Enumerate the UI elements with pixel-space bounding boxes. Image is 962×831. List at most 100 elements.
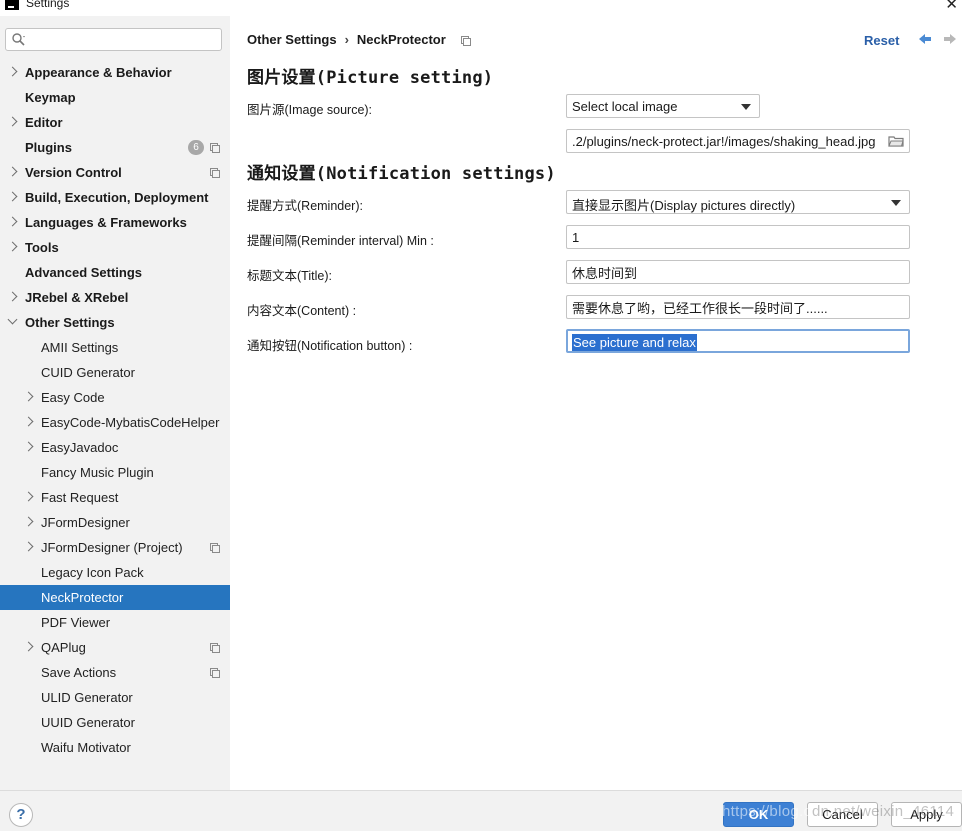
- forward-arrow-icon[interactable]: [942, 31, 958, 47]
- project-scope-icon: [461, 35, 472, 46]
- sidebar-item-label: Appearance & Behavior: [25, 65, 172, 80]
- chevron-down-icon[interactable]: [7, 314, 18, 325]
- sidebar-item-label: UUID Generator: [41, 715, 135, 730]
- sidebar-item-waifu-motivator[interactable]: Waifu Motivator: [0, 735, 230, 760]
- sidebar-item-neckprotector[interactable]: NeckProtector: [0, 585, 230, 610]
- sidebar-item-appearance-behavior[interactable]: Appearance & Behavior: [0, 60, 230, 85]
- sidebar-item-jformdesigner[interactable]: JFormDesigner: [0, 510, 230, 535]
- sidebar-item-editor[interactable]: Editor: [0, 110, 230, 135]
- sidebar-item-easy-code[interactable]: Easy Code: [0, 385, 230, 410]
- sidebar-item-label: CUID Generator: [41, 365, 135, 380]
- breadcrumb-current: NeckProtector: [356, 32, 446, 47]
- sidebar-item-label: ULID Generator: [41, 690, 133, 705]
- plugin-updates-badge: 6: [188, 140, 204, 155]
- sidebar-item-label: Keymap: [25, 90, 76, 105]
- chevron-right-icon[interactable]: [23, 391, 34, 402]
- sidebar-item-jrebel-xrebel[interactable]: JRebel & XRebel: [0, 285, 230, 310]
- dialog-button-bar: ? OK Cancel Apply https://blog.cs dn.net…: [0, 790, 962, 831]
- sidebar-item-version-control[interactable]: Version Control: [0, 160, 230, 185]
- content-text-input[interactable]: [572, 299, 904, 316]
- breadcrumb-parent[interactable]: Other Settings: [247, 32, 337, 47]
- sidebar-item-label: Fast Request: [41, 490, 119, 505]
- back-arrow-icon[interactable]: [917, 31, 933, 47]
- sidebar-item-amii-settings[interactable]: AMII Settings: [0, 335, 230, 360]
- cancel-button[interactable]: Cancel: [807, 802, 878, 827]
- sidebar-item-fast-request[interactable]: Fast Request: [0, 485, 230, 510]
- notification-button-field[interactable]: See picture and relax: [566, 329, 910, 353]
- reminder-interval-label: 提醒间隔(Reminder interval) Min :: [247, 234, 434, 248]
- sidebar-item-label: JRebel & XRebel: [25, 290, 129, 305]
- chevron-right-icon[interactable]: [7, 291, 18, 302]
- sidebar-item-advanced-settings[interactable]: Advanced Settings: [0, 260, 230, 285]
- project-scope-icon: [210, 168, 220, 178]
- title-text-label: 标题文本(Title):: [247, 269, 332, 283]
- sidebar-item-plugins[interactable]: Plugins 6: [0, 135, 230, 160]
- chevron-right-icon[interactable]: [23, 491, 34, 502]
- chevron-right-icon[interactable]: [23, 441, 34, 452]
- sidebar-item-label: Waifu Motivator: [41, 740, 131, 755]
- chevron-right-icon[interactable]: [7, 66, 18, 77]
- title-text-field[interactable]: [566, 260, 910, 284]
- chevron-right-icon[interactable]: [7, 116, 18, 127]
- sidebar-item-easycode-mybatiscodehelper[interactable]: EasyCode-MybatisCodeHelper: [0, 410, 230, 435]
- image-path-input[interactable]: [572, 133, 882, 150]
- sidebar-item-uuid-generator[interactable]: UUID Generator: [0, 710, 230, 735]
- sidebar-item-label: Plugins: [25, 140, 72, 155]
- image-path-field[interactable]: [566, 129, 910, 153]
- sidebar-item-languages-frameworks[interactable]: Languages & Frameworks: [0, 210, 230, 235]
- sidebar-item-label: EasyCode-MybatisCodeHelper: [41, 415, 220, 430]
- folder-browse-icon[interactable]: [888, 135, 904, 147]
- sidebar-item-other-settings[interactable]: Other Settings: [0, 310, 230, 335]
- sidebar-item-label: Advanced Settings: [25, 265, 143, 280]
- chevron-right-icon[interactable]: [23, 641, 34, 652]
- sidebar-item-fancy-music-plugin[interactable]: Fancy Music Plugin: [0, 460, 230, 485]
- chevron-down-icon: [891, 200, 901, 206]
- sidebar-item-label: QAPlug: [41, 640, 86, 655]
- chevron-right-icon[interactable]: [23, 541, 34, 552]
- sidebar-item-label: Legacy Icon Pack: [41, 565, 144, 580]
- content-text-field[interactable]: [566, 295, 910, 319]
- reminder-label: 提醒方式(Reminder):: [247, 199, 363, 213]
- sidebar-item-tools[interactable]: Tools: [0, 235, 230, 260]
- sidebar-item-label: Editor: [25, 115, 63, 130]
- reminder-interval-field[interactable]: [566, 225, 910, 249]
- reminder-dropdown[interactable]: 直接显示图片(Display pictures directly): [566, 190, 910, 214]
- sidebar-item-pdf-viewer[interactable]: PDF Viewer: [0, 610, 230, 635]
- sidebar-item-qaplug[interactable]: QAPlug: [0, 635, 230, 660]
- chevron-right-icon[interactable]: [7, 166, 18, 177]
- reset-link[interactable]: Reset: [864, 33, 899, 48]
- title-text-input[interactable]: [572, 264, 904, 281]
- sidebar-item-save-actions[interactable]: Save Actions: [0, 660, 230, 685]
- sidebar-item-ulid-generator[interactable]: ULID Generator: [0, 685, 230, 710]
- ok-button[interactable]: OK: [723, 802, 794, 827]
- window-title-bar: Settings ✕: [0, 0, 962, 16]
- sidebar-item-label: Version Control: [25, 165, 122, 180]
- project-scope-icon: [210, 643, 220, 653]
- apply-button[interactable]: Apply: [891, 802, 962, 827]
- sidebar-item-legacy-icon-pack[interactable]: Legacy Icon Pack: [0, 560, 230, 585]
- sidebar-item-keymap[interactable]: Keymap: [0, 85, 230, 110]
- reminder-interval-input[interactable]: [572, 229, 904, 246]
- sidebar-item-jformdesigner-project[interactable]: JFormDesigner (Project): [0, 535, 230, 560]
- notification-button-selected-text[interactable]: See picture and relax: [572, 334, 697, 351]
- search-icon: [12, 33, 25, 46]
- sidebar-item-label: AMII Settings: [41, 340, 119, 355]
- sidebar-item-build-execution-deployment[interactable]: Build, Execution, Deployment: [0, 185, 230, 210]
- settings-search-input[interactable]: [30, 31, 216, 48]
- close-icon[interactable]: ✕: [945, 0, 958, 13]
- sidebar-item-easyjavadoc[interactable]: EasyJavadoc: [0, 435, 230, 460]
- neckprotector-settings-panel: Other Settings › NeckProtector Reset 图片设置(…: [230, 16, 962, 790]
- chevron-right-icon[interactable]: [7, 191, 18, 202]
- chevron-right-icon[interactable]: [23, 516, 34, 527]
- sidebar-item-label: NeckProtector: [41, 590, 124, 605]
- chevron-right-icon[interactable]: [7, 241, 18, 252]
- sidebar-item-label: Build, Execution, Deployment: [25, 190, 209, 205]
- sidebar-item-cuid-generator[interactable]: CUID Generator: [0, 360, 230, 385]
- image-source-dropdown[interactable]: Select local image: [566, 94, 760, 118]
- settings-search-box[interactable]: [5, 28, 222, 51]
- chevron-right-icon[interactable]: [23, 416, 34, 427]
- sidebar-item-label: Save Actions: [41, 665, 117, 680]
- breadcrumb-separator: ›: [344, 32, 349, 47]
- chevron-right-icon[interactable]: [7, 216, 18, 227]
- help-button[interactable]: ?: [9, 803, 33, 827]
